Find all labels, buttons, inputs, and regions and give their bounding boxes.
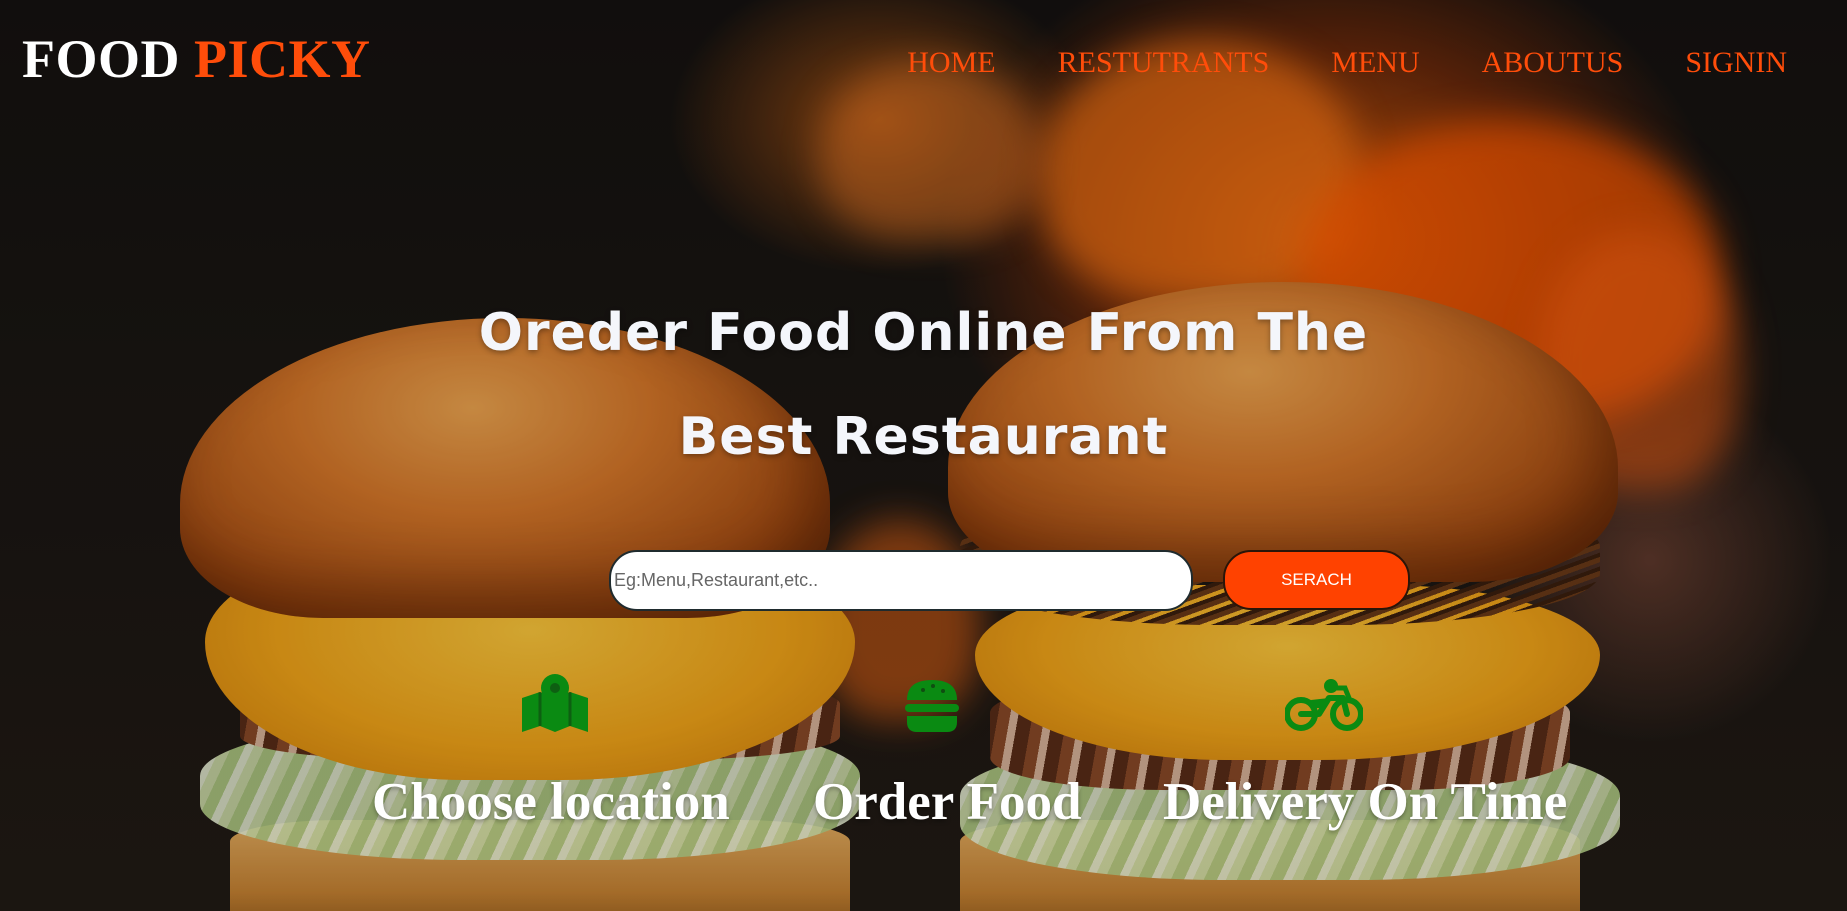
burger-icon bbox=[903, 676, 961, 739]
feature-label-order-food: Order Food bbox=[813, 773, 1082, 831]
nav-item-about-us[interactable]: ABOUTUS bbox=[1482, 46, 1624, 80]
hero-title-line1: Oreder Food Online From The bbox=[478, 303, 1369, 363]
motorcycle-icon bbox=[1284, 676, 1364, 737]
feature-label-delivery-on-time: Delivery On Time bbox=[1163, 773, 1568, 831]
hero-title-line2: Best Restaurant bbox=[678, 407, 1169, 467]
search-button[interactable]: SERACH bbox=[1223, 550, 1410, 610]
nav-item-sign-in[interactable]: SIGNIN bbox=[1685, 46, 1787, 80]
brand-name-part2: PICKY bbox=[194, 29, 371, 89]
search-input[interactable] bbox=[609, 550, 1193, 611]
nav-item-restaurants[interactable]: RESTUTRANTS bbox=[1058, 46, 1270, 80]
nav-item-menu[interactable]: MENU bbox=[1331, 46, 1419, 80]
brand-name-part1: FOOD bbox=[22, 29, 180, 89]
feature-label-choose-location: Choose location bbox=[372, 773, 730, 831]
nav-item-home[interactable]: HOME bbox=[907, 46, 995, 80]
map-marker-icon bbox=[520, 672, 590, 739]
main-nav: HOME RESTUTRANTS MENU ABOUTUS SIGNIN bbox=[907, 46, 1787, 80]
brand-logo[interactable]: FOOD PICKY bbox=[22, 28, 371, 90]
